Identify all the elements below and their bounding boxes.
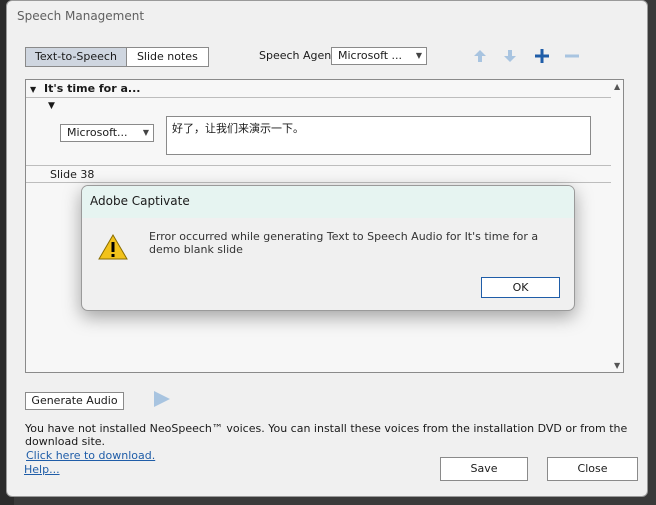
voice-select[interactable]: Microsoft... ▼ xyxy=(60,124,154,142)
speech-text-input[interactable]: 好了，让我们来演示一下。 xyxy=(166,116,591,155)
warning-icon xyxy=(98,234,128,263)
download-link[interactable]: Click here to download. xyxy=(26,449,155,462)
error-dialog-title: Adobe Captivate xyxy=(82,186,574,218)
close-button[interactable]: Close xyxy=(547,457,638,481)
tab-bar: Text-to-Speech Slide notes xyxy=(25,47,209,67)
speech-agent-select[interactable]: Microsoft ... ▼ xyxy=(331,47,427,65)
slide-label: Slide 38 xyxy=(50,168,95,181)
divider xyxy=(26,97,611,98)
chevron-down-icon: ▼ xyxy=(415,51,422,60)
plus-icon[interactable] xyxy=(533,49,551,67)
tab-text-to-speech[interactable]: Text-to-Speech xyxy=(26,48,127,66)
ok-button[interactable]: OK xyxy=(481,277,560,298)
scroll-up-icon[interactable]: ▲ xyxy=(614,82,620,91)
divider xyxy=(26,182,611,183)
neospeech-info-text: You have not installed NeoSpeech™ voices… xyxy=(25,422,628,448)
collapse-caret-icon: ▼ xyxy=(30,85,37,94)
speech-agent-value: Microsoft ... xyxy=(338,49,403,62)
group-header[interactable]: ▼ It's time for a... xyxy=(30,82,140,95)
error-message: Error occurred while generating Text to … xyxy=(149,230,539,256)
play-icon[interactable] xyxy=(153,390,171,411)
generate-audio-button[interactable]: Generate Audio xyxy=(25,392,124,410)
speech-agent-label: Speech Agent xyxy=(259,49,336,62)
collapse-caret-icon[interactable]: ▼ xyxy=(48,101,55,111)
divider xyxy=(26,165,611,166)
arrow-down-icon[interactable] xyxy=(501,49,519,67)
error-dialog: Adobe Captivate Error occurred while gen… xyxy=(81,185,575,311)
tab-slide-notes[interactable]: Slide notes xyxy=(127,48,208,66)
group-title: It's time for a... xyxy=(44,82,141,95)
scroll-down-icon[interactable]: ▼ xyxy=(614,361,620,370)
chevron-down-icon: ▼ xyxy=(142,128,149,137)
save-button[interactable]: Save xyxy=(440,457,528,481)
minus-icon[interactable] xyxy=(563,49,581,67)
help-link[interactable]: Help... xyxy=(24,463,60,476)
dialog-title: Speech Management xyxy=(17,9,145,23)
arrow-up-icon[interactable] xyxy=(471,49,489,67)
voice-value: Microsoft... xyxy=(67,126,128,139)
